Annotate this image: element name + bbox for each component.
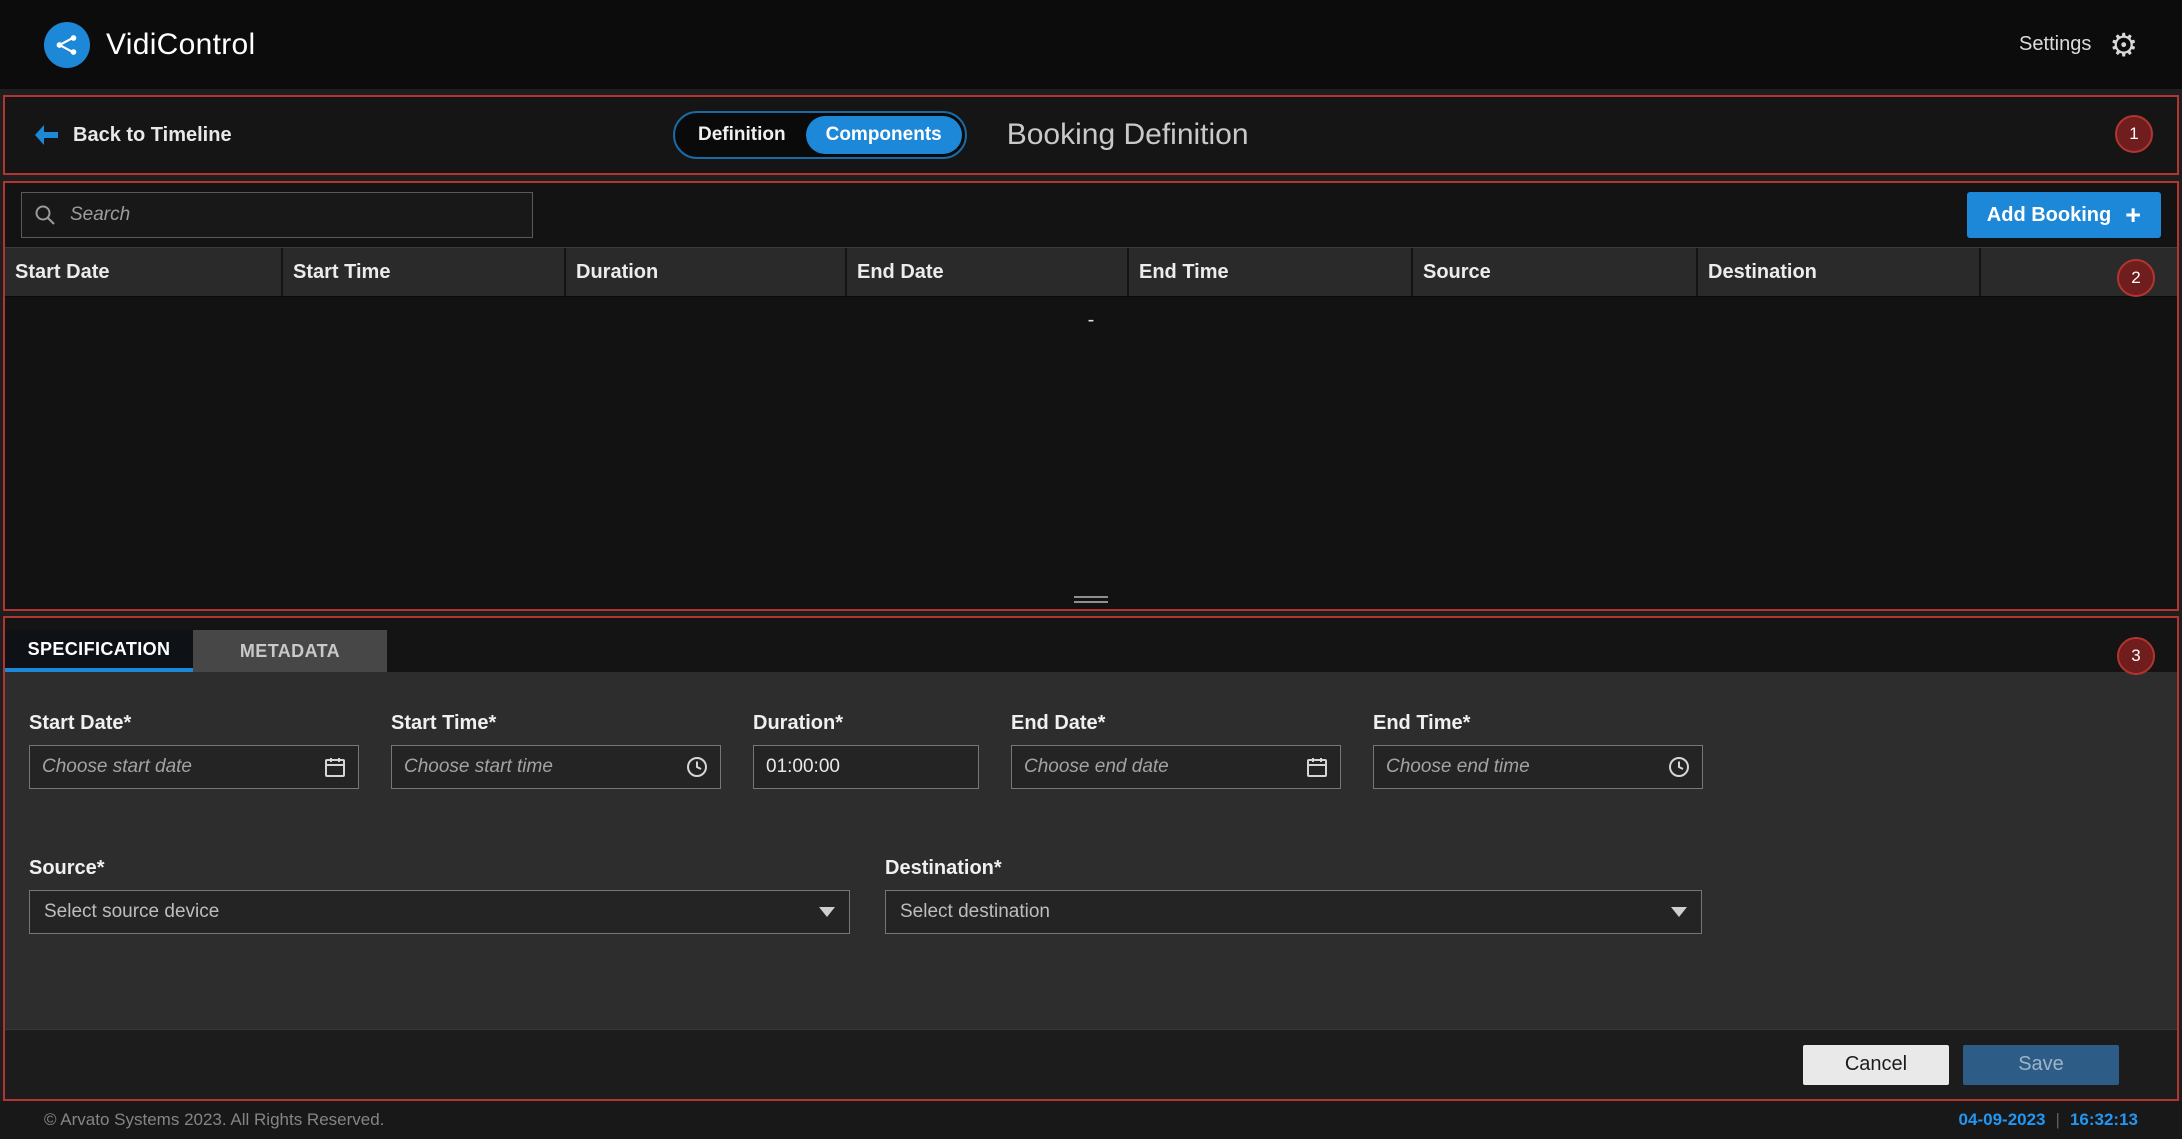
annotation-marker-1: 1 bbox=[2115, 115, 2153, 153]
specification-form: Start Date* Start Time* bbox=[5, 672, 2177, 1029]
back-to-timeline-label: Back to Timeline bbox=[73, 124, 232, 147]
table-toolbar: Add Booking + bbox=[5, 183, 2177, 247]
clock-icon[interactable] bbox=[685, 755, 709, 779]
cancel-button[interactable]: Cancel bbox=[1803, 1045, 1949, 1085]
footer-date: 04-09-2023 bbox=[1959, 1110, 2046, 1130]
empty-table-placeholder: - bbox=[1088, 309, 1095, 332]
start-time-input[interactable] bbox=[391, 745, 721, 789]
chevron-down-icon bbox=[819, 907, 835, 917]
toolbar-section: Back to Timeline Definition Components B… bbox=[3, 95, 2179, 175]
start-date-label: Start Date* bbox=[29, 712, 359, 735]
footer-time: 16:32:13 bbox=[2070, 1110, 2138, 1130]
annotation-marker-3: 3 bbox=[2117, 637, 2155, 675]
column-header-destination[interactable]: Destination bbox=[1698, 248, 1981, 296]
page-title: Booking Definition bbox=[1007, 118, 1249, 152]
add-booking-label: Add Booking bbox=[1987, 204, 2111, 227]
search-box[interactable] bbox=[21, 192, 533, 238]
panel-resize-handle[interactable] bbox=[1074, 593, 1108, 606]
destination-select-value: Select destination bbox=[900, 901, 1050, 923]
toggle-definition[interactable]: Definition bbox=[678, 116, 806, 154]
tab-metadata[interactable]: METADATA bbox=[193, 630, 387, 672]
start-time-label: Start Time* bbox=[391, 712, 721, 735]
back-to-timeline-button[interactable]: Back to Timeline bbox=[33, 124, 232, 147]
detail-panel-section: SPECIFICATION METADATA Start Date* bbox=[3, 616, 2179, 1101]
end-date-input[interactable] bbox=[1011, 745, 1341, 789]
footer-separator: | bbox=[2056, 1110, 2060, 1130]
plus-icon: + bbox=[2125, 202, 2141, 229]
workflow-icon bbox=[54, 32, 80, 58]
tab-specification[interactable]: SPECIFICATION bbox=[5, 630, 193, 672]
column-header-start-time[interactable]: Start Time bbox=[283, 248, 566, 296]
form-actions-bar: Cancel Save bbox=[5, 1029, 2177, 1099]
search-icon bbox=[34, 204, 56, 226]
booking-table-section: Add Booking + Start Date Start Time Dura… bbox=[3, 181, 2179, 611]
destination-label: Destination* bbox=[885, 857, 1702, 880]
chevron-down-icon bbox=[1671, 907, 1687, 917]
detail-tabs: SPECIFICATION METADATA bbox=[5, 630, 2177, 672]
source-label: Source* bbox=[29, 857, 850, 880]
calendar-icon[interactable] bbox=[323, 755, 347, 779]
source-select[interactable]: Select source device bbox=[29, 890, 850, 934]
column-header-source[interactable]: Source bbox=[1413, 248, 1698, 296]
toggle-components[interactable]: Components bbox=[806, 116, 962, 154]
table-body: - bbox=[5, 297, 2177, 609]
column-header-start-date[interactable]: Start Date bbox=[5, 248, 283, 296]
column-header-duration[interactable]: Duration bbox=[566, 248, 847, 296]
end-time-label: End Time* bbox=[1373, 712, 1703, 735]
start-date-input[interactable] bbox=[29, 745, 359, 789]
annotation-marker-2: 2 bbox=[2117, 259, 2155, 297]
end-date-label: End Date* bbox=[1011, 712, 1341, 735]
top-bar: VidiControl Settings ⚙ bbox=[0, 0, 2182, 89]
duration-label: Duration* bbox=[753, 712, 979, 735]
add-booking-button[interactable]: Add Booking + bbox=[1967, 192, 2161, 238]
view-mode-toggle: Definition Components bbox=[673, 111, 967, 159]
copyright-text: © Arvato Systems 2023. All Rights Reserv… bbox=[44, 1110, 384, 1130]
gear-icon[interactable]: ⚙ bbox=[2109, 29, 2138, 61]
search-input[interactable] bbox=[68, 203, 520, 227]
source-select-value: Select source device bbox=[44, 901, 219, 923]
calendar-icon[interactable] bbox=[1305, 755, 1329, 779]
clock-icon[interactable] bbox=[1667, 755, 1691, 779]
end-time-input[interactable] bbox=[1373, 745, 1703, 789]
back-arrow-icon bbox=[33, 124, 59, 146]
column-header-end-date[interactable]: End Date bbox=[847, 248, 1129, 296]
app-logo bbox=[44, 22, 90, 68]
app-title: VidiControl bbox=[106, 28, 256, 62]
save-button[interactable]: Save bbox=[1963, 1045, 2119, 1085]
column-header-end-time[interactable]: End Time bbox=[1129, 248, 1413, 296]
destination-select[interactable]: Select destination bbox=[885, 890, 1702, 934]
footer-bar: © Arvato Systems 2023. All Rights Reserv… bbox=[0, 1101, 2182, 1139]
settings-button[interactable]: Settings bbox=[2019, 33, 2091, 56]
duration-input[interactable] bbox=[753, 745, 979, 789]
table-header-row: Start Date Start Time Duration End Date … bbox=[5, 247, 2177, 297]
